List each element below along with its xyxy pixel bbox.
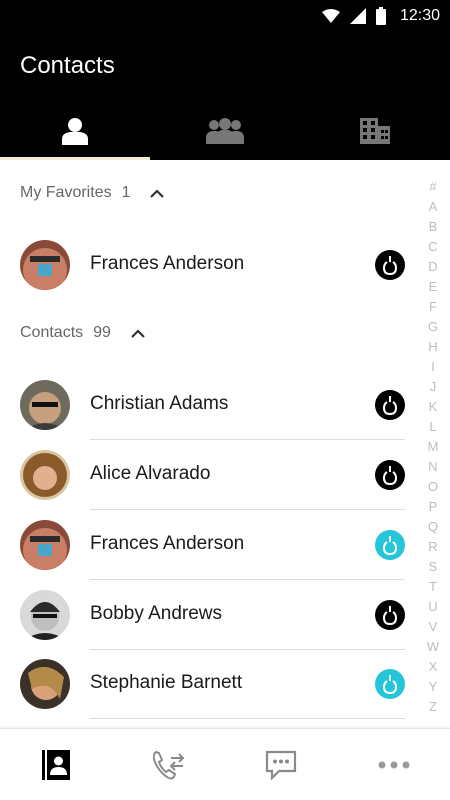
bottom-nav xyxy=(0,728,450,800)
alphabet-index-letter[interactable]: F xyxy=(429,297,437,317)
alphabet-index-letter[interactable]: # xyxy=(429,177,436,197)
contact-row[interactable]: Christian Adams xyxy=(0,370,410,440)
presence-icon xyxy=(383,675,397,694)
status-badge[interactable] xyxy=(375,530,405,560)
person-icon xyxy=(62,118,88,145)
app-bar: Contacts xyxy=(0,32,450,160)
favorite-row[interactable]: Frances Anderson xyxy=(0,230,410,300)
nav-more[interactable] xyxy=(338,729,450,800)
presence-icon xyxy=(383,536,397,555)
alphabet-index-letter[interactable]: Z xyxy=(429,697,437,717)
nav-messages[interactable] xyxy=(225,729,338,800)
wifi-icon xyxy=(321,9,340,23)
alphabet-index-letter[interactable]: G xyxy=(428,317,438,337)
status-bar: 12:30 xyxy=(0,0,450,32)
nav-contacts[interactable] xyxy=(0,729,113,800)
status-time: 12:30 xyxy=(399,7,440,24)
divider xyxy=(90,718,405,719)
alphabet-index-letter[interactable]: R xyxy=(428,537,437,557)
avatar xyxy=(20,590,70,640)
alphabet-index-letter[interactable]: O xyxy=(428,477,438,497)
more-icon xyxy=(378,761,410,768)
alphabet-index[interactable]: # A B C D E F G H I J K L M N O P Q R S T U V W X Y Z xyxy=(416,177,450,717)
contact-name: Alice Alvarado xyxy=(90,463,211,484)
avatar xyxy=(20,240,70,290)
alphabet-index-letter[interactable]: H xyxy=(428,337,437,357)
alphabet-index-letter[interactable]: D xyxy=(428,257,437,277)
tab-bar xyxy=(0,102,450,160)
contact-name: Bobby Andrews xyxy=(90,603,223,624)
alphabet-index-letter[interactable]: S xyxy=(429,557,438,577)
alphabet-index-letter[interactable]: M xyxy=(428,437,439,457)
contacts-label: Contacts xyxy=(20,324,84,341)
alphabet-index-letter[interactable]: C xyxy=(428,237,437,257)
alphabet-index-letter[interactable]: W xyxy=(427,637,439,657)
presence-icon xyxy=(383,606,397,625)
messages-icon xyxy=(266,750,297,780)
contacts-header[interactable]: Contacts 99 xyxy=(20,324,145,342)
nav-call-log[interactable] xyxy=(113,729,226,800)
alphabet-index-letter[interactable]: A xyxy=(429,197,438,217)
building-icon xyxy=(360,118,390,144)
chevron-up-icon xyxy=(131,328,145,338)
group-icon xyxy=(206,118,244,144)
status-badge[interactable] xyxy=(375,390,405,420)
contact-name: Christian Adams xyxy=(90,393,229,414)
contact-list[interactable]: My Favorites 1 Frances Anderson Contacts… xyxy=(0,160,450,728)
alphabet-index-letter[interactable]: T xyxy=(429,577,437,597)
alphabet-index-letter[interactable]: B xyxy=(429,217,438,237)
avatar xyxy=(20,520,70,570)
status-badge[interactable] xyxy=(375,600,405,630)
alphabet-index-letter[interactable]: I xyxy=(431,357,435,377)
alphabet-index-letter[interactable]: L xyxy=(429,417,436,437)
alphabet-index-letter[interactable]: P xyxy=(429,497,438,517)
status-badge[interactable] xyxy=(375,250,405,280)
presence-icon xyxy=(383,256,397,275)
alphabet-index-letter[interactable]: E xyxy=(429,277,438,297)
status-badge[interactable] xyxy=(375,669,405,699)
avatar xyxy=(20,380,70,430)
alphabet-index-letter[interactable]: J xyxy=(430,377,437,397)
contact-name: Stephanie Barnett xyxy=(90,672,243,693)
alphabet-index-letter[interactable]: X xyxy=(429,657,438,677)
presence-icon xyxy=(383,396,397,415)
contact-row[interactable]: Frances Anderson xyxy=(0,510,410,580)
contact-name: Frances Anderson xyxy=(90,533,245,554)
contact-row[interactable]: Stephanie Barnett xyxy=(0,649,410,719)
alphabet-index-letter[interactable]: U xyxy=(428,597,437,617)
contact-name: Frances Anderson xyxy=(90,253,245,274)
favorites-header[interactable]: My Favorites 1 xyxy=(20,184,165,202)
chevron-up-icon xyxy=(150,188,165,198)
alphabet-index-letter[interactable]: V xyxy=(429,617,438,637)
avatar xyxy=(20,659,70,709)
contact-row[interactable]: Alice Alvarado xyxy=(0,440,410,510)
presence-icon xyxy=(383,466,397,485)
alphabet-index-letter[interactable]: Y xyxy=(429,677,438,697)
tab-contacts[interactable] xyxy=(0,102,150,160)
favorites-label: My Favorites xyxy=(20,184,112,201)
contact-row[interactable]: Bobby Andrews xyxy=(0,580,410,650)
battery-icon xyxy=(375,7,386,25)
status-icons: 12:30 xyxy=(321,6,440,26)
alphabet-index-letter[interactable]: K xyxy=(429,397,438,417)
alphabet-index-letter[interactable]: Q xyxy=(428,517,438,537)
call-log-icon xyxy=(152,750,185,779)
favorites-count: 1 xyxy=(121,184,131,201)
signal-icon xyxy=(349,8,366,24)
contacts-count: 99 xyxy=(93,324,111,341)
status-badge[interactable] xyxy=(375,460,405,490)
tab-groups[interactable] xyxy=(150,102,300,160)
page-title: Contacts xyxy=(20,52,115,79)
tab-organization[interactable] xyxy=(300,102,450,160)
alphabet-index-letter[interactable]: N xyxy=(428,457,437,477)
contacts-book-icon xyxy=(42,749,71,780)
avatar xyxy=(20,450,70,500)
